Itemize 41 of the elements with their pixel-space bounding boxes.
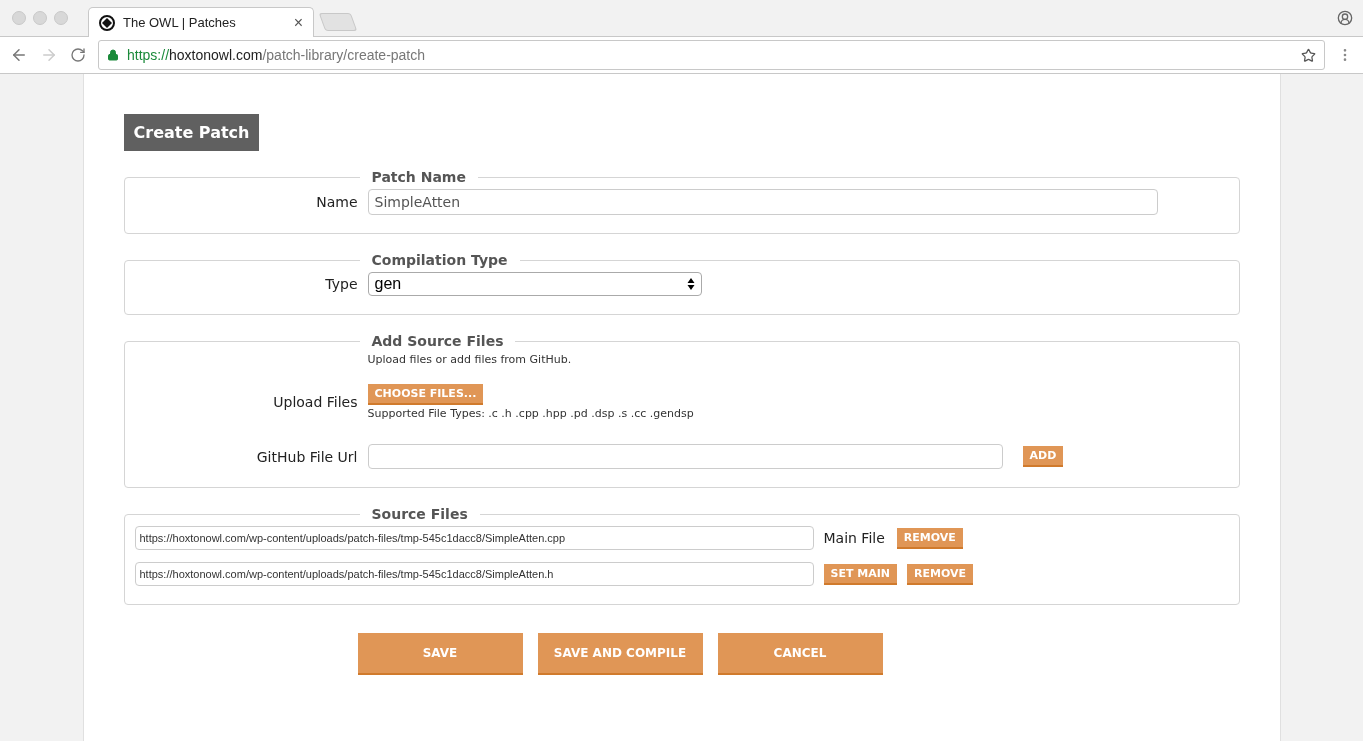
- type-select[interactable]: gen: [367, 272, 702, 296]
- add-button[interactable]: ADD: [1022, 446, 1064, 467]
- page-title: Create Patch: [123, 114, 260, 151]
- remove-button[interactable]: REMOVE: [896, 527, 963, 549]
- site-logo-icon: [99, 14, 115, 31]
- hint-text: Upload files or add files from GitHub.: [367, 353, 573, 366]
- window-control[interactable]: [54, 11, 68, 25]
- action-button[interactable]: CANCEL: [717, 633, 883, 675]
- profile-icon[interactable]: [1337, 10, 1353, 26]
- tab-close-button[interactable]: ×: [293, 13, 303, 32]
- section-heading: Add Source Files: [370, 333, 505, 349]
- bookmark-star-icon[interactable]: [1301, 47, 1316, 63]
- window-control[interactable]: [12, 11, 26, 25]
- reload-icon[interactable]: [70, 47, 86, 63]
- tab-title: The OWL | Patches: [123, 15, 237, 30]
- github-url-field[interactable]: [367, 444, 1003, 469]
- section-heading: Patch Name: [370, 169, 467, 185]
- name-input-field[interactable]: SimpleAtten: [367, 189, 1158, 215]
- file-url-field[interactable]: https://hoxtonowl.com/wp-content/uploads/patch-files/tmp-545c1dacc8/SimpleAtten.h: [134, 562, 814, 586]
- field-label: GitHub File Url: [255, 448, 358, 465]
- supported-types-text: Supported File Types: .c .h .cpp .hpp .pd .dsp .s .cc .gendsp: [367, 407, 694, 420]
- window-control[interactable]: [33, 11, 47, 25]
- field-label: Upload Files: [272, 394, 358, 410]
- set-main-button[interactable]: SET MAIN: [823, 563, 898, 585]
- section-heading: Source Files: [370, 506, 469, 522]
- main-file-label: Main File: [823, 530, 885, 546]
- remove-button[interactable]: REMOVE: [907, 563, 974, 585]
- select-arrows-icon: [686, 277, 695, 291]
- back-icon[interactable]: [10, 46, 28, 64]
- address-bar[interactable]: https://hoxtonowl.com/patch-library/create-patch: [98, 40, 1325, 70]
- field-label: Type: [324, 276, 358, 292]
- browser-tab[interactable]: The OWL | Patches ×: [88, 7, 314, 37]
- url-text: https://hoxtonowl.com/patch-library/create-patch: [127, 47, 427, 63]
- new-tab-button[interactable]: [318, 13, 358, 31]
- section-heading: Compilation Type: [370, 252, 509, 268]
- choose-files-button[interactable]: CHOOSE FILES...: [367, 384, 484, 405]
- field-label: Name: [315, 194, 358, 210]
- action-button[interactable]: SAVE AND COMPILE: [537, 633, 703, 675]
- action-button[interactable]: SAVE: [357, 633, 523, 675]
- forward-icon[interactable]: [40, 46, 58, 64]
- file-url-field[interactable]: https://hoxtonowl.com/wp-content/uploads/patch-files/tmp-545c1dacc8/SimpleAtten.cpp: [134, 526, 814, 550]
